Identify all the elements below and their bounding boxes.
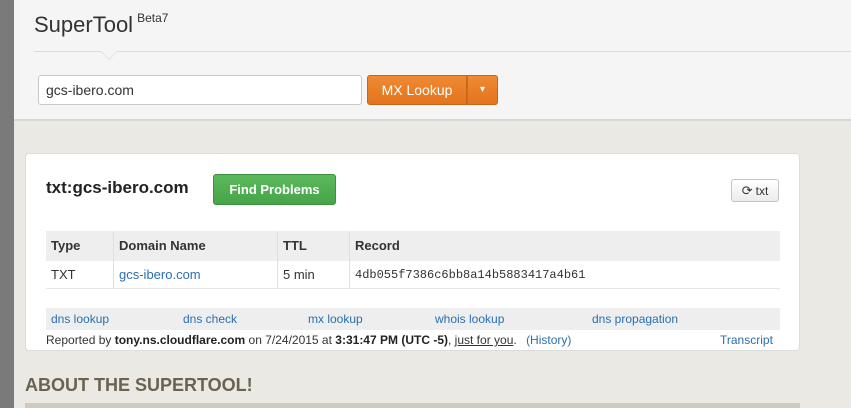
refresh-icon: ⟳: [741, 183, 753, 198]
divider-notch-inner: [101, 51, 117, 59]
just-for-you-link[interactable]: just for you: [455, 333, 514, 347]
reported-prefix: Reported by: [46, 333, 112, 347]
records-table: Type Domain Name TTL Record TXT gcs-iber…: [46, 231, 780, 289]
dns-propagation-link[interactable]: dns propagation: [592, 312, 678, 326]
history-link[interactable]: (History): [526, 333, 571, 347]
mx-lookup-link[interactable]: mx lookup: [308, 312, 363, 326]
header-divider: [34, 51, 851, 52]
reported-date: on 7/24/2015 at: [248, 333, 332, 347]
reported-sep: ,: [447, 333, 452, 347]
window-left-edge: [0, 0, 14, 408]
cell-domain-link[interactable]: gcs-ibero.com: [113, 261, 277, 288]
lookup-dropdown-caret-icon[interactable]: ▾: [467, 75, 498, 105]
column-header-type: Type: [51, 238, 81, 253]
reported-time: 3:31:47 PM (UTC -5): [335, 333, 448, 347]
about-heading: ABOUT THE SUPERTOOL!: [25, 375, 253, 395]
table-row: TXT gcs-ibero.com 5 min 4db055f7386c6bb8…: [46, 261, 780, 289]
transcript-link[interactable]: Transcript: [720, 333, 773, 347]
app-title: SuperTool Beta7: [34, 11, 169, 38]
related-links-bar: dns lookup dns check mx lookup whois loo…: [46, 308, 780, 330]
reported-by-text: Reported by tony.ns.cloudflare.com on 7/…: [46, 333, 571, 347]
app-name: SuperTool: [34, 12, 134, 37]
refresh-txt-button[interactable]: ⟳ txt: [731, 179, 779, 202]
result-title: txt:gcs-ibero.com: [46, 178, 189, 197]
cell-ttl: 5 min: [277, 261, 349, 288]
table-header: Type Domain Name TTL Record: [46, 231, 780, 261]
column-header-ttl: TTL: [277, 231, 349, 261]
reported-period: .: [513, 333, 517, 347]
column-header-record: Record: [349, 231, 780, 261]
reported-server: tony.ns.cloudflare.com: [114, 333, 246, 347]
cell-record: 4db055f7386c6bb8a14b5883417a4b61: [349, 261, 780, 288]
refresh-label: txt: [755, 184, 769, 198]
domain-search-input[interactable]: [38, 75, 362, 105]
result-card: txt:gcs-ibero.com Find Problems ⟳ txt Typ…: [25, 153, 800, 351]
whois-lookup-link[interactable]: whois lookup: [435, 312, 504, 326]
column-header-domain: Domain Name: [113, 231, 277, 261]
about-divider: [25, 403, 800, 408]
dns-check-link[interactable]: dns check: [183, 312, 237, 326]
dns-lookup-link[interactable]: dns lookup: [51, 312, 109, 326]
version-badge: Beta7: [137, 11, 169, 25]
top-panel: SuperToolBeta7 MX Lookup ▾: [14, 0, 851, 121]
cell-type: TXT: [51, 267, 76, 282]
find-problems-button[interactable]: Find Problems: [213, 174, 336, 205]
mx-lookup-button[interactable]: MX Lookup: [367, 75, 467, 105]
